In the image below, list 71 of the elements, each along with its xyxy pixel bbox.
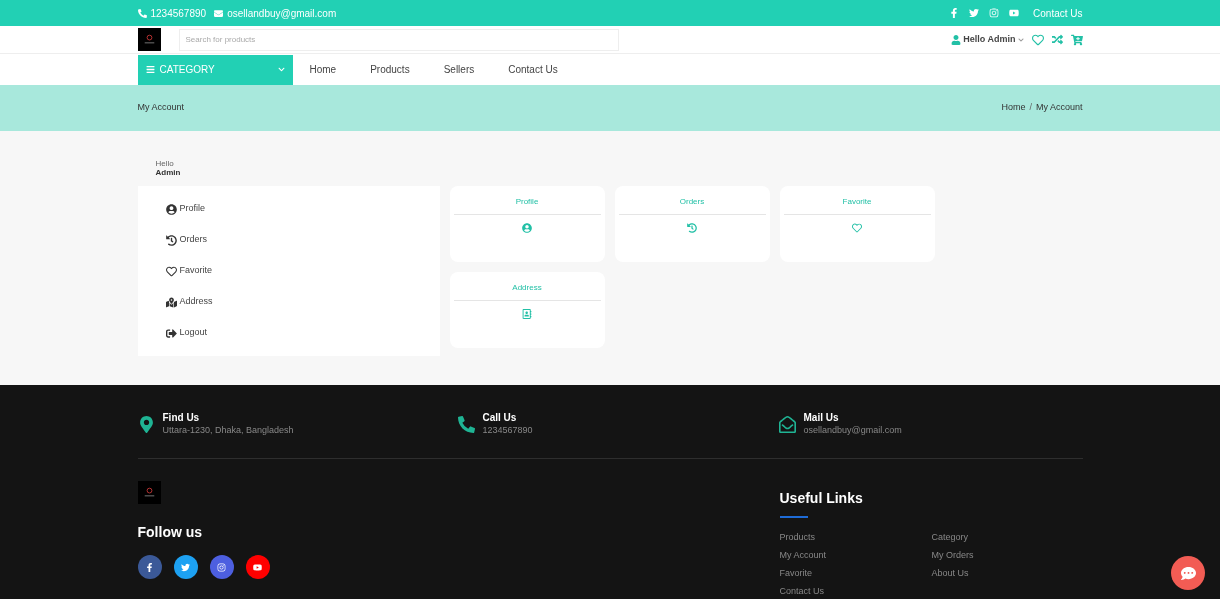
account-menu-item[interactable]: Orders <box>165 232 440 248</box>
shuffle-icon[interactable] <box>1051 34 1063 45</box>
phone-icon <box>457 415 475 433</box>
nav-link[interactable]: Contact Us <box>508 62 558 77</box>
heart-icon <box>852 223 862 233</box>
phone-icon <box>137 8 147 18</box>
breadcrumb-link[interactable]: My Account <box>1035 101 1083 115</box>
greeting-text: Hello <box>155 159 175 168</box>
search-field[interactable]: Search for products <box>178 28 619 51</box>
card-title: Address <box>512 282 542 294</box>
footer-link[interactable]: About Us <box>931 567 1032 579</box>
location-pin-icon <box>137 415 155 433</box>
contact-title: Find Us <box>162 412 201 424</box>
footer-link[interactable]: Favorite <box>779 567 932 579</box>
footer-link[interactable]: My Orders <box>931 549 1032 561</box>
follow-title: Follow us <box>137 523 204 542</box>
youtube-button[interactable] <box>245 555 270 579</box>
breadcrumb-link[interactable]: Home <box>1001 101 1026 115</box>
facebook-icon <box>145 562 154 572</box>
footer-link[interactable]: My Account <box>779 549 932 561</box>
nav-link[interactable]: Products <box>370 62 410 77</box>
map-icon <box>165 296 177 308</box>
user-name: Admin <box>155 168 182 177</box>
caret-icon <box>1017 36 1024 43</box>
account-menu-button[interactable]: Hello Admin <box>963 32 1024 47</box>
chevron-icon <box>277 66 285 73</box>
facebook-button[interactable] <box>137 555 162 579</box>
contact-card-icon <box>522 309 532 319</box>
logout-icon <box>165 327 177 339</box>
account-menu-item[interactable]: Favorite <box>165 263 440 279</box>
cart-icon[interactable] <box>1070 33 1083 46</box>
twitter-button[interactable] <box>173 555 198 579</box>
account-menu-item[interactable]: Profile <box>165 201 440 217</box>
menu-icon <box>145 65 155 74</box>
envelope-icon <box>778 415 796 433</box>
heart-icon <box>165 265 177 277</box>
footer-link[interactable]: Contact Us <box>779 585 932 597</box>
nav-link[interactable]: Sellers <box>443 62 475 77</box>
email-address: osellandbuy@gmail.com <box>227 6 337 21</box>
logo-icon[interactable] <box>137 28 161 51</box>
footer-link[interactable]: Products <box>779 531 932 543</box>
account-menu-item[interactable]: Logout <box>165 325 440 341</box>
envelope-icon <box>214 8 224 18</box>
phone-number: 1234567890 <box>150 6 207 21</box>
youtube-icon[interactable] <box>1009 8 1020 18</box>
account-menu-item[interactable]: Address <box>165 294 440 310</box>
chat-icon <box>1180 565 1196 581</box>
footer-link[interactable]: Category <box>931 531 1032 543</box>
heart-icon[interactable] <box>1031 33 1044 46</box>
history-icon <box>687 223 697 233</box>
contact-title: Mail Us <box>803 412 840 424</box>
instagram-button[interactable] <box>209 555 234 579</box>
facebook-icon[interactable] <box>949 8 960 18</box>
page-title: My Account <box>137 101 185 115</box>
youtube-icon <box>253 562 262 572</box>
card-title: Favorite <box>842 196 872 208</box>
instagram-icon[interactable] <box>989 8 1000 18</box>
useful-links-title: Useful Links <box>779 489 864 508</box>
twitter-icon[interactable] <box>969 8 980 18</box>
user-icon <box>951 34 962 45</box>
contact-value: Uttara-1230, Dhaka, Bangladesh <box>162 424 294 436</box>
breadcrumb-separator: / <box>1029 101 1032 115</box>
contact-value: osellandbuy@gmail.com <box>803 424 902 436</box>
card-title: Profile <box>515 196 539 208</box>
contact-value: 1234567890 <box>482 424 533 436</box>
twitter-icon <box>181 562 190 572</box>
history-icon <box>165 234 177 246</box>
contact-title: Call Us <box>482 412 518 424</box>
card-title: Orders <box>679 196 705 208</box>
instagram-icon <box>217 562 226 572</box>
nav-link[interactable]: Home <box>309 62 337 77</box>
